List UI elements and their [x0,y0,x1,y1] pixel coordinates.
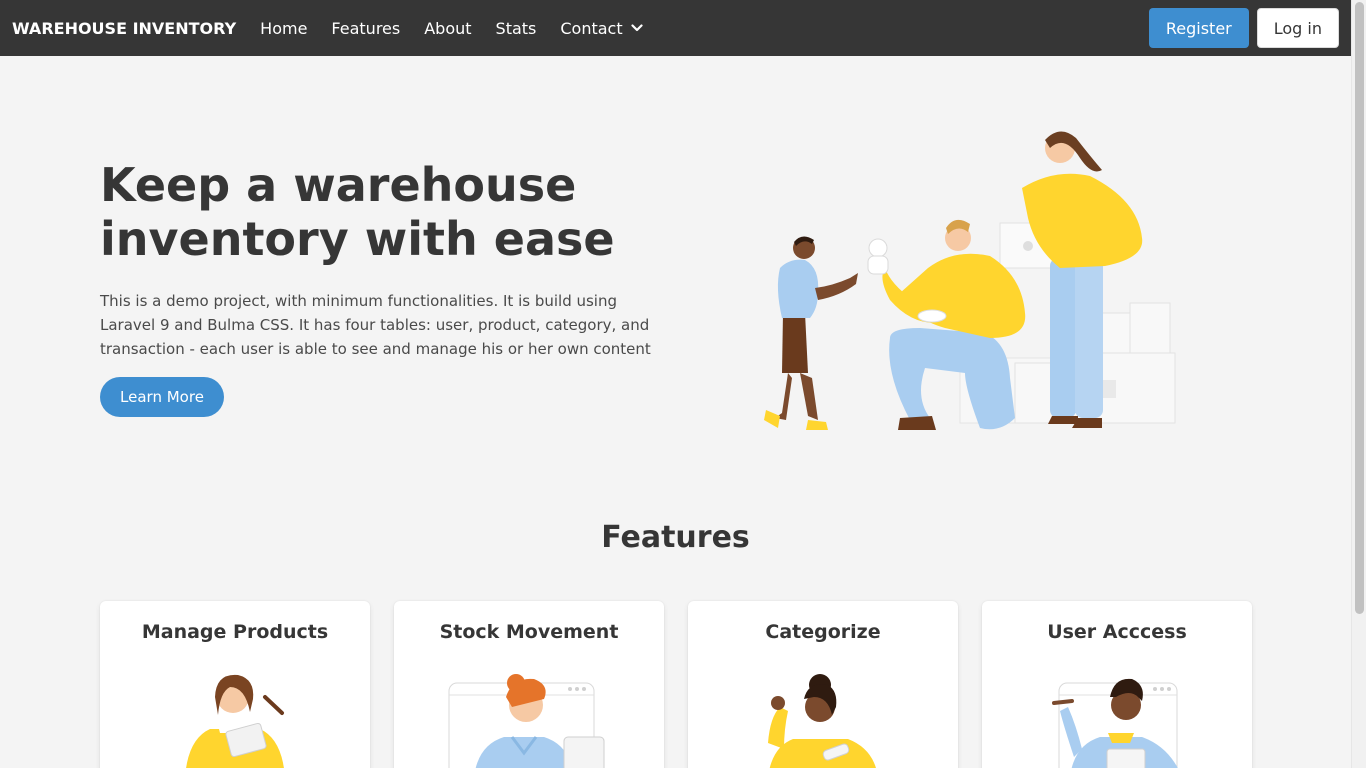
features-section-title: Features [601,520,750,555]
feature-card-stock-movement: Stock Movement [394,601,664,768]
nav-stats[interactable]: Stats [496,19,537,38]
nav-contact-dropdown[interactable]: Contact [560,18,643,38]
nav-home[interactable]: Home [260,19,307,38]
feature-card-title: Manage Products [141,621,329,643]
nav-contact-label: Contact [560,18,623,38]
chevron-down-icon [631,24,643,32]
person-with-monitor-illustration [448,674,605,768]
top-navbar: WAREHOUSE INVENTORY Home Features About … [0,0,1351,56]
login-button[interactable]: Log in [1256,8,1339,48]
warehouse-team-illustration [764,131,1176,430]
nav-about[interactable]: About [424,19,471,38]
hero-description: This is a demo project, with minimum fun… [100,292,651,358]
hero-title: Keep a warehouse inventory with ease [100,158,615,266]
person-raising-hand-illustration [768,674,876,768]
feature-card-title: Stock Movement [439,621,619,643]
navbar-actions: Register Log in [1148,8,1351,48]
feature-card-manage-products: Manage Products [100,601,370,768]
feature-card-title: User Acccess [1047,621,1187,643]
feature-card-title: Categorize [765,621,881,643]
person-pointing-illustration [1052,678,1178,768]
person-with-notepad-illustration [186,674,284,768]
feature-card-categorize: Categorize [688,601,958,768]
register-button[interactable]: Register [1148,8,1249,48]
page-scrollbar[interactable] [1351,0,1366,768]
feature-card-user-access: User Acccess [982,601,1252,768]
scrollbar-thumb[interactable] [1355,2,1364,614]
brand-logo[interactable]: WAREHOUSE INVENTORY [0,19,236,38]
learn-more-button[interactable]: Learn More [100,377,224,417]
nav-features[interactable]: Features [331,19,400,38]
